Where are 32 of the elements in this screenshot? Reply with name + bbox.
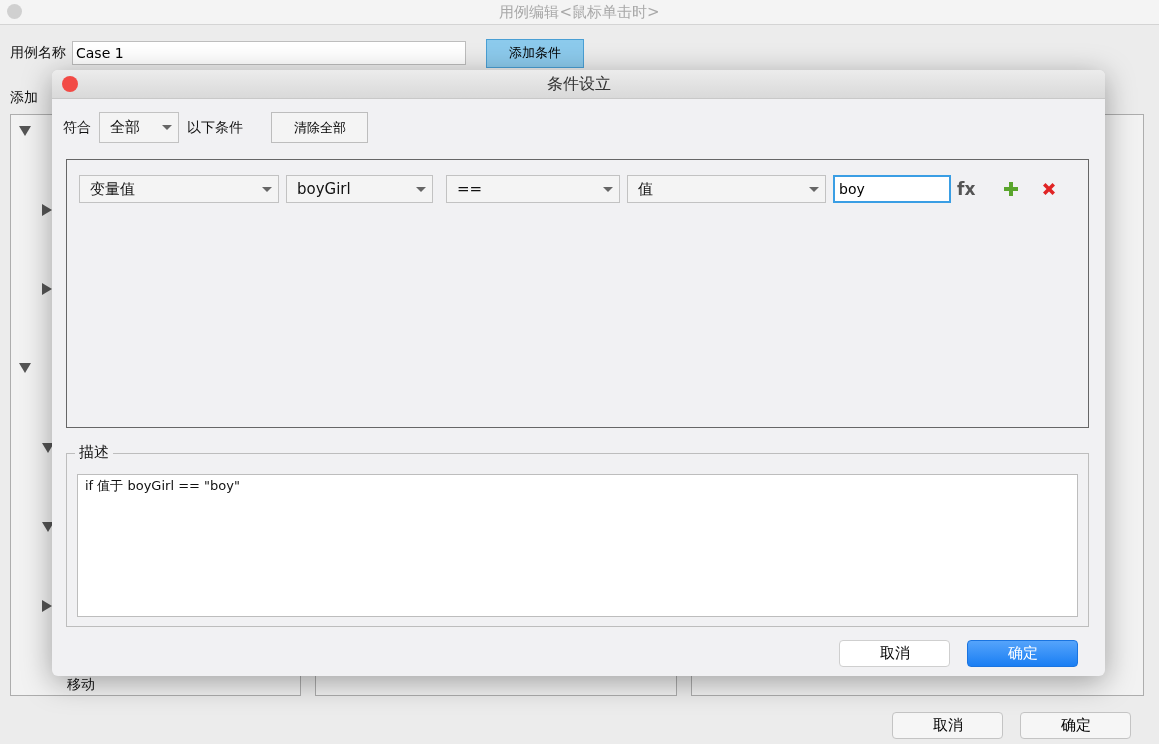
dropdown[interactable]: 值	[627, 175, 826, 203]
window-title: 用例编辑<鼠标单击时>	[499, 2, 660, 22]
description-text: if 值于 boyGirl == "boy"	[85, 478, 240, 493]
section-label: 添加	[10, 89, 38, 107]
fx-button[interactable]: fx	[957, 179, 976, 199]
cancel-button[interactable]: 取消	[839, 640, 950, 667]
caret-icon	[416, 186, 426, 192]
dialog-button[interactable]: 取消	[892, 712, 1003, 739]
name-field[interactable]: Case 1	[72, 41, 466, 65]
dropdown[interactable]: ==	[446, 175, 620, 203]
dialog-button[interactable]: 确定	[1020, 712, 1131, 739]
close-button[interactable]	[62, 76, 78, 92]
value-field[interactable]: boy	[833, 175, 951, 203]
add-condition-button[interactable]: 添加条件	[486, 38, 584, 68]
match-label: 以下条件	[187, 118, 243, 137]
caret-icon	[262, 186, 272, 192]
match-label: 符合	[63, 118, 91, 137]
clear-all-button[interactable]: 清除全部	[271, 112, 368, 143]
dropdown[interactable]: 变量值	[79, 175, 279, 203]
add-icon[interactable]	[1003, 181, 1020, 197]
group-label: 描述	[75, 443, 113, 462]
caret-icon	[809, 186, 819, 192]
expanded-triangle-icon[interactable]	[19, 363, 31, 374]
field-label: 用例名称	[10, 44, 66, 62]
caret-icon	[603, 186, 613, 192]
dialog-title: 条件设立	[546, 73, 611, 95]
dropdown[interactable]: boyGirl	[286, 175, 433, 203]
expanded-triangle-icon[interactable]	[19, 126, 31, 136]
caret-icon	[162, 125, 172, 130]
delete-icon[interactable]	[1041, 181, 1058, 197]
dropdown[interactable]: 全部	[99, 112, 179, 143]
tree-item[interactable]: 移动	[67, 676, 95, 694]
